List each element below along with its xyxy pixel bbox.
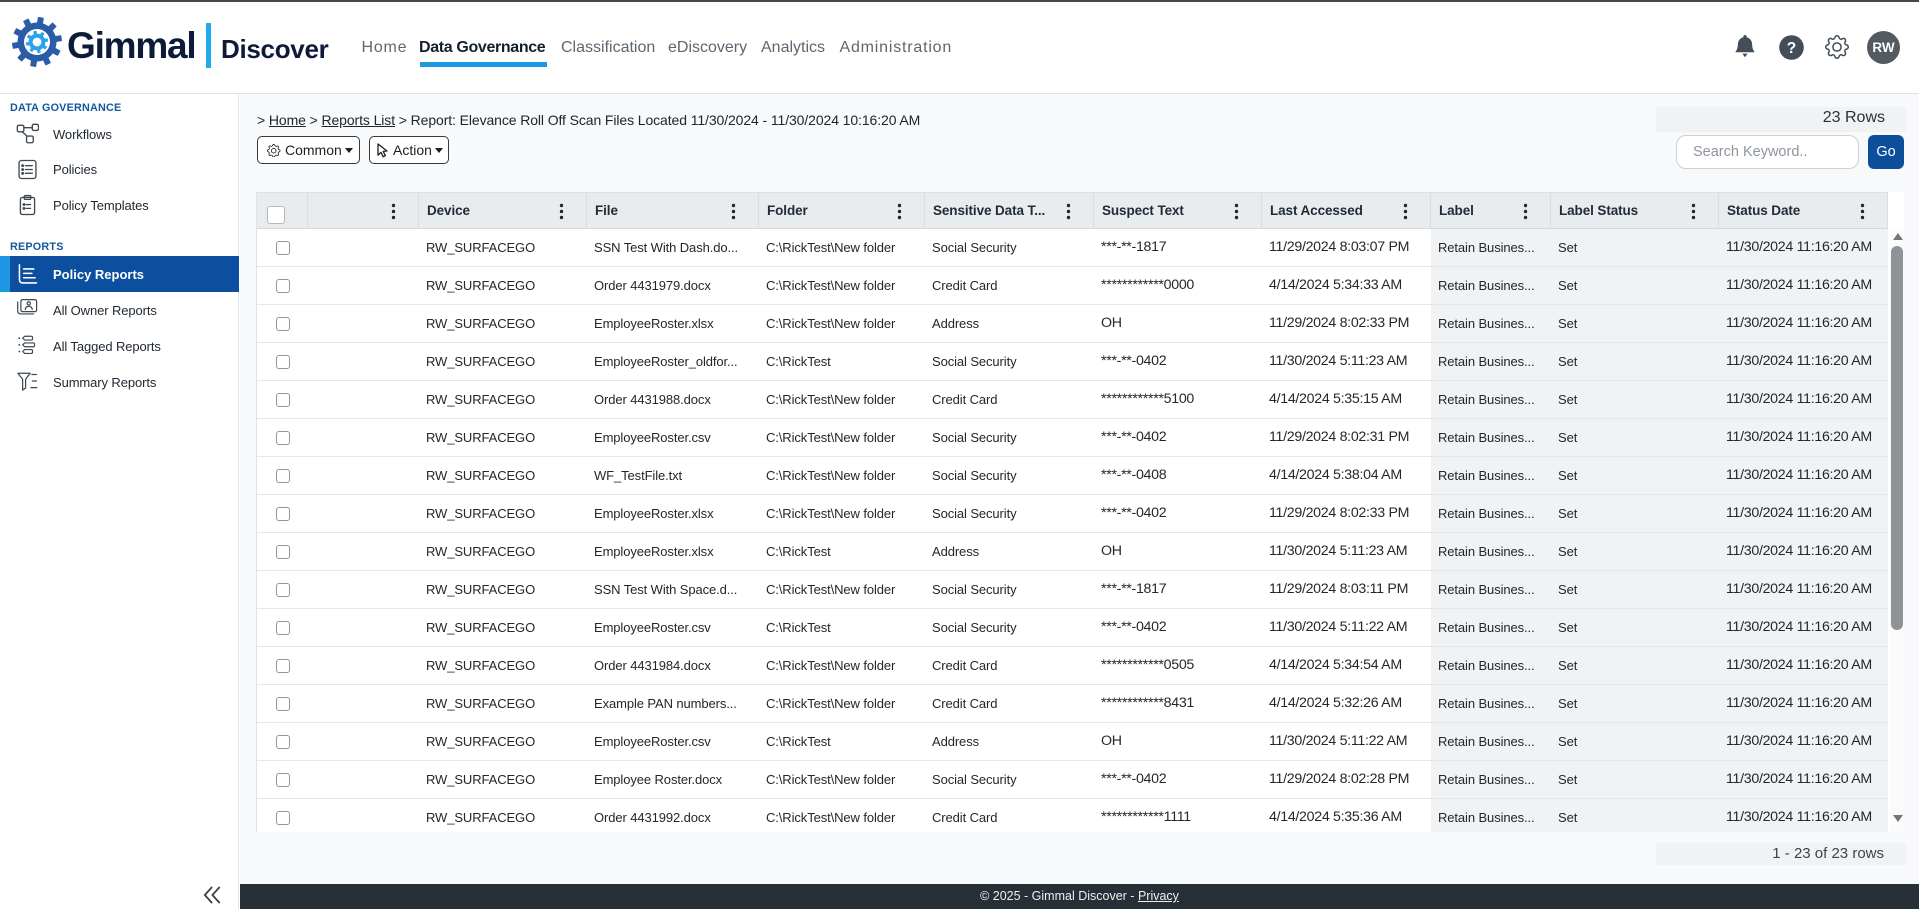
svg-text:?: ? <box>1787 40 1796 57</box>
